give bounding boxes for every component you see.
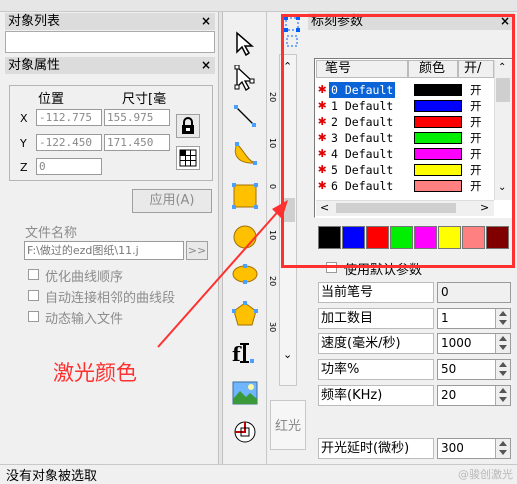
object-list-body[interactable]	[5, 31, 215, 53]
count-spin-icon[interactable]	[495, 309, 510, 328]
laser-on-delay-spin-icon[interactable]	[495, 439, 510, 458]
size-label: 尺寸[毫	[122, 92, 167, 107]
annotation-arrow	[157, 200, 288, 348]
select-arrow-tool[interactable]	[229, 28, 261, 60]
lock-icon	[182, 117, 194, 134]
red-light-tab[interactable]: 红光	[270, 400, 306, 450]
encoder-tool[interactable]	[229, 416, 261, 448]
x-size-field[interactable]: 155.975	[104, 109, 170, 126]
position-label: 位置	[38, 92, 65, 107]
curve-tool[interactable]	[229, 138, 261, 170]
status-bar: 没有对象被选取 @骏创激光	[0, 464, 517, 484]
current-pen-field[interactable]: 0	[437, 282, 511, 303]
top-strip	[0, 0, 517, 12]
z-position-field[interactable]: 0	[36, 158, 102, 175]
filename-label: 文件名称	[25, 226, 78, 241]
y-position-field[interactable]: -122.450	[36, 134, 102, 151]
laser-on-delay-label: 开光延时(微秒)	[318, 438, 434, 459]
frequency-field[interactable]: 20	[437, 385, 511, 406]
line-tool[interactable]	[229, 100, 261, 132]
laser-on-delay-field[interactable]: 300	[437, 438, 511, 459]
power-field[interactable]: 50	[437, 359, 511, 380]
frequency-spin-icon[interactable]	[495, 386, 510, 405]
current-pen-value: 0	[441, 285, 449, 299]
object-list-close-icon[interactable]: ×	[201, 13, 211, 30]
line-icon	[234, 105, 256, 127]
current-pen-label: 当前笔号	[318, 282, 434, 303]
speed-field[interactable]: 1000	[437, 333, 511, 354]
ruler-tick: 10	[268, 138, 277, 149]
image-icon	[232, 381, 258, 405]
object-props-title-bar: 对象属性 ×	[5, 57, 215, 74]
grid-icon	[179, 149, 197, 167]
red-light-tab-label: 红光	[275, 419, 302, 434]
x-axis-label: X	[20, 112, 28, 125]
node-edit-tool[interactable]	[229, 63, 261, 95]
ruler-tick: 0	[268, 184, 277, 190]
y-axis-label: Y	[20, 137, 27, 150]
status-text: 没有对象被选取	[6, 469, 98, 484]
dynamic-input-label: 动态输入文件	[45, 312, 124, 327]
power-spin-icon[interactable]	[495, 360, 510, 379]
x-position-field[interactable]: -112.775	[36, 109, 102, 126]
optimize-order-label: 优化曲线顺序	[45, 270, 124, 285]
select-arrow-icon	[236, 31, 255, 57]
object-list-title: 对象列表	[8, 14, 61, 29]
object-props-title: 对象属性	[8, 58, 61, 73]
count-field[interactable]: 1	[437, 308, 511, 329]
auto-connect-checkbox[interactable]	[28, 290, 39, 301]
frequency-value: 20	[441, 388, 457, 402]
laser-on-delay-value: 300	[441, 441, 464, 455]
curve-icon	[234, 142, 257, 165]
optimize-order-checkbox[interactable]	[28, 269, 39, 280]
power-value: 50	[441, 362, 457, 376]
frequency-label: 频率(KHz)	[318, 385, 434, 406]
speed-value: 1000	[441, 336, 472, 350]
watermark-text: @骏创激光	[458, 468, 513, 481]
count-value: 1	[441, 311, 449, 325]
speed-spin-icon[interactable]	[495, 334, 510, 353]
annotation-laser-color: 激光颜色	[53, 361, 137, 385]
dynamic-input-checkbox[interactable]	[28, 311, 39, 322]
encoder-icon	[234, 421, 256, 443]
ruler-tick: 20	[268, 92, 277, 103]
power-label: 功率%	[318, 359, 434, 380]
count-label: 加工数目	[318, 308, 434, 329]
grid-button[interactable]	[176, 146, 200, 170]
highlight-frame	[281, 14, 515, 268]
z-axis-label: Z	[20, 161, 28, 174]
lock-ratio-button[interactable]	[176, 114, 200, 138]
object-list-title-bar: 对象列表 ×	[5, 13, 215, 30]
node-edit-icon	[234, 65, 255, 91]
image-tool[interactable]	[229, 377, 261, 409]
y-size-field[interactable]: 171.450	[104, 134, 170, 151]
speed-label: 速度(毫米/秒)	[318, 333, 434, 354]
object-props-close-icon[interactable]: ×	[201, 57, 211, 74]
